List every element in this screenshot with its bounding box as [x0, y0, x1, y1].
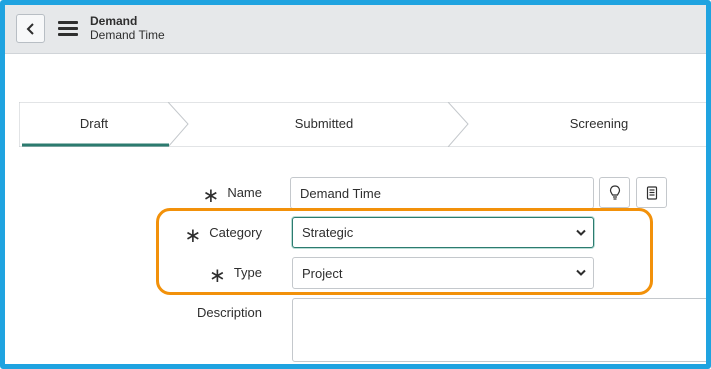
- name-label-text: Name: [227, 184, 262, 200]
- back-button[interactable]: [16, 14, 45, 43]
- name-input-value: Demand Time: [300, 185, 381, 201]
- page-title: Demand: [90, 14, 138, 28]
- flow-step-draft[interactable]: Draft: [19, 116, 169, 131]
- process-flow: Draft Submitted Screening: [19, 102, 706, 147]
- flow-step-screening[interactable]: Screening: [464, 116, 706, 131]
- description-textarea[interactable]: [292, 298, 706, 362]
- description-label: Description: [155, 302, 262, 322]
- lightbulb-icon: [609, 184, 620, 200]
- name-label: ∗ Name: [155, 182, 262, 207]
- header-bar: Demand Demand Time: [5, 5, 706, 54]
- hamburger-menu-icon[interactable]: [58, 21, 78, 37]
- asterisk-icon: ∗: [202, 185, 220, 207]
- chevron-left-icon: [26, 22, 34, 35]
- header-titles: Demand Demand Time: [90, 14, 165, 42]
- suggestion-button[interactable]: [599, 177, 630, 208]
- app-frame: Demand Demand Time Draft Submitted Scree…: [0, 0, 711, 369]
- description-label-text: Description: [196, 304, 262, 320]
- highlight-box: [156, 208, 653, 295]
- flow-step-submitted[interactable]: Submitted: [184, 116, 464, 131]
- template-button[interactable]: [636, 177, 667, 208]
- name-input[interactable]: Demand Time: [290, 177, 594, 209]
- document-icon: [646, 185, 657, 200]
- page-subtitle: Demand Time: [90, 28, 165, 42]
